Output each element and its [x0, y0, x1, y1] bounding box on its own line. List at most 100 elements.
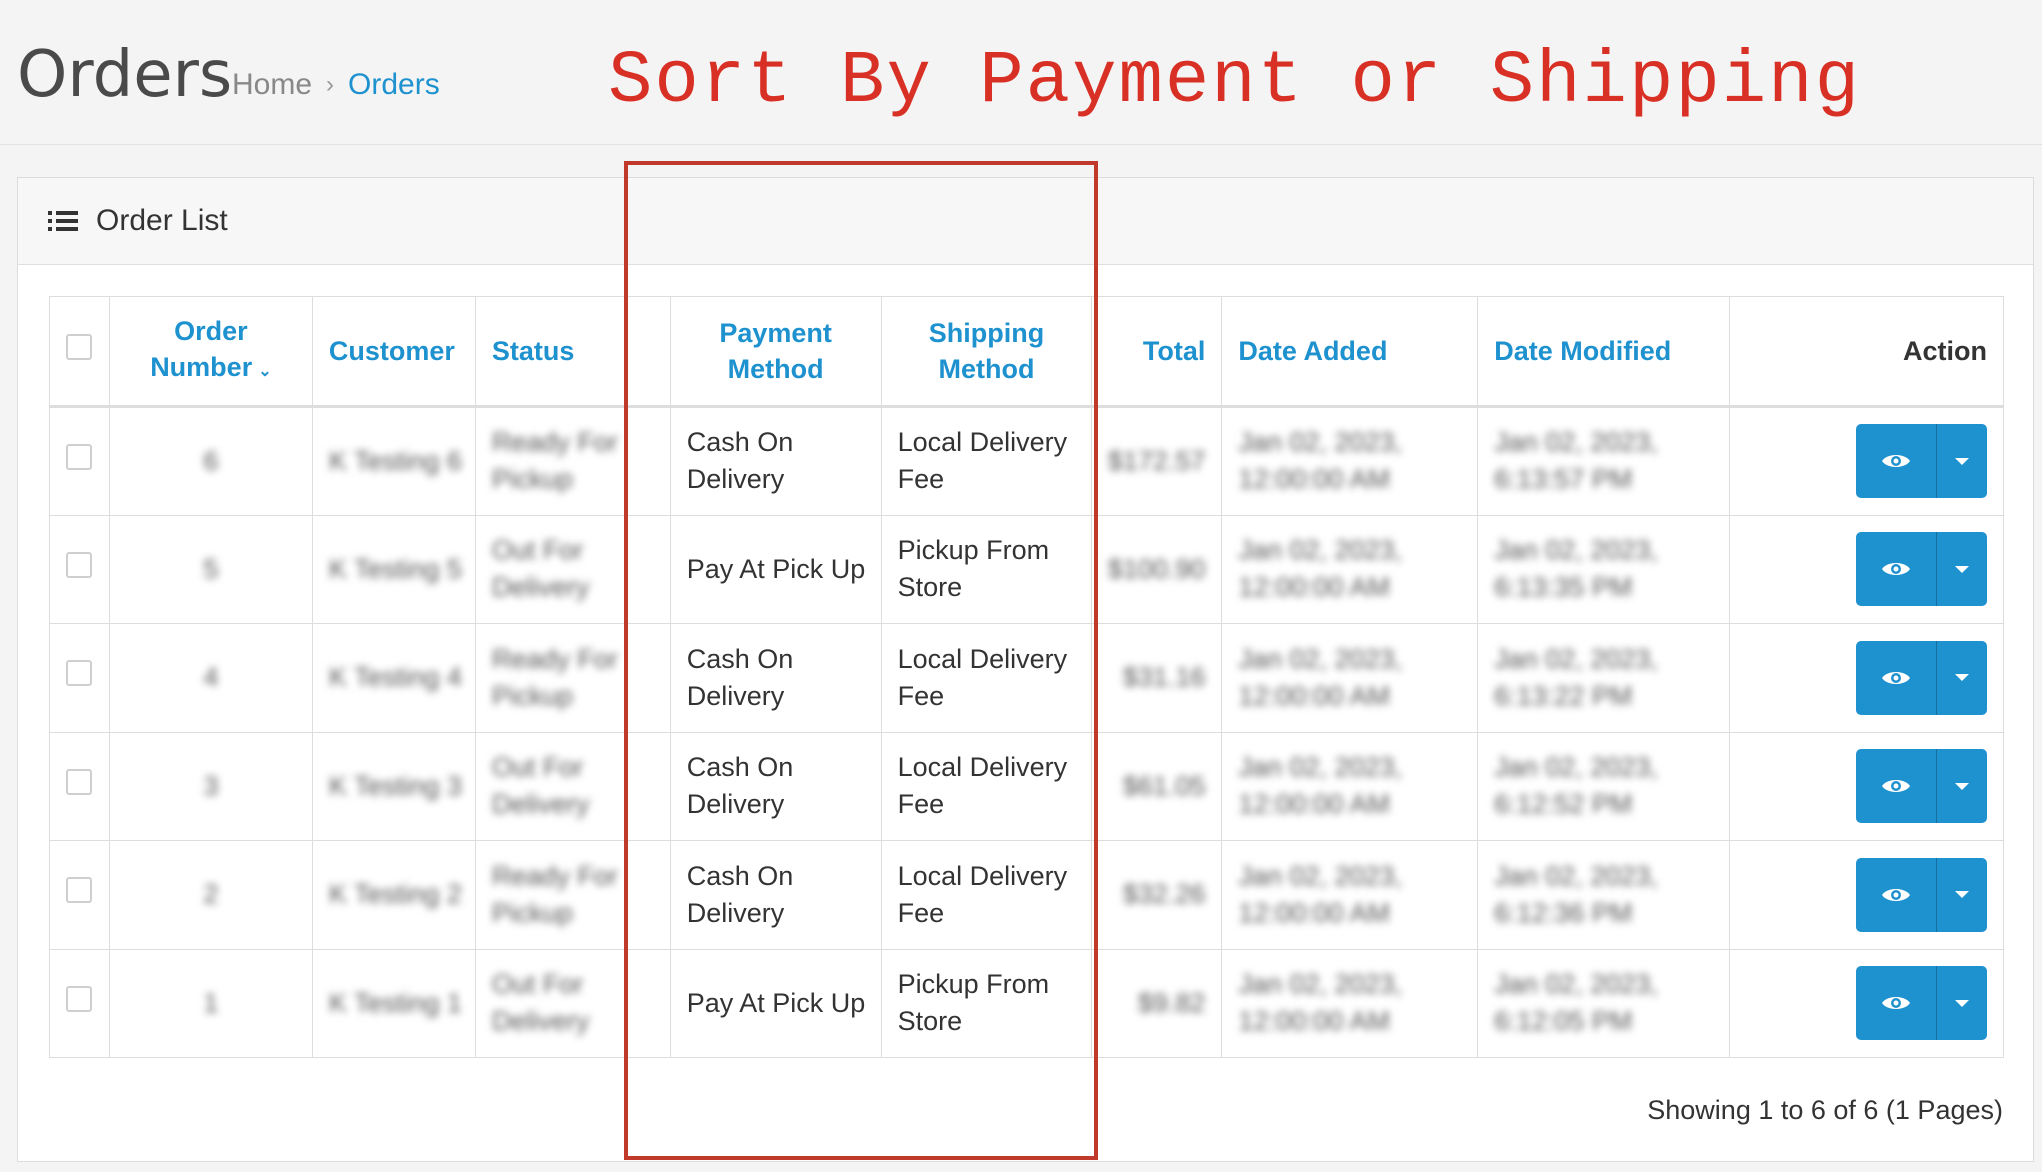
- row-checkbox[interactable]: [66, 877, 93, 904]
- action-button-group: [1856, 857, 1987, 932]
- view-order-button[interactable]: [1856, 749, 1937, 824]
- row-select-cell: [49, 840, 110, 950]
- panel-title: Order List: [96, 204, 228, 237]
- caret-down-icon: [1955, 999, 1969, 1007]
- action-dropdown-toggle[interactable]: [1937, 640, 1987, 715]
- column-header-customer[interactable]: Customer: [311, 296, 476, 408]
- date-added-cell: Jan 02, 2023, 12:00:00 AM: [1221, 948, 1479, 1058]
- order-number-cell: 3: [108, 731, 313, 841]
- action-dropdown-toggle[interactable]: [1937, 424, 1987, 499]
- order-list-panel: Order List Order Number ⌄ Customer Status…: [17, 177, 2034, 1162]
- table-row: 3 K Testing 3 Out For Delivery Cash On D…: [49, 731, 2004, 841]
- row-select-cell: [49, 623, 110, 733]
- customer-cell: K Testing 6: [311, 406, 476, 516]
- eye-icon: [1882, 888, 1910, 901]
- table-header-row: Order Number ⌄ Customer Status Payment Me…: [49, 296, 2004, 408]
- row-select-cell: [49, 406, 110, 516]
- column-header-date-modified[interactable]: Date Modified: [1477, 296, 1731, 408]
- payment-method-cell: Cash On Delivery: [669, 623, 882, 733]
- row-checkbox[interactable]: [66, 768, 93, 795]
- caret-down-icon: [1955, 457, 1969, 465]
- total-cell: $100.90: [1091, 514, 1223, 624]
- status-cell: Ready For Pickup: [474, 840, 671, 950]
- order-number-header-label: Order Number: [150, 315, 253, 382]
- panel-heading: Order List: [18, 178, 2033, 265]
- eye-icon: [1882, 780, 1910, 793]
- order-number-cell: 4: [108, 623, 313, 733]
- row-checkbox[interactable]: [66, 985, 93, 1012]
- caret-down-icon: [1955, 674, 1969, 682]
- date-modified-cell: Jan 02, 2023, 6:12:52 PM: [1477, 731, 1731, 841]
- select-all-checkbox[interactable]: [66, 334, 93, 360]
- date-modified-cell: Jan 02, 2023, 6:13:35 PM: [1477, 514, 1731, 624]
- column-header-action: Action: [1729, 296, 2004, 408]
- order-number-cell: 5: [108, 514, 313, 624]
- view-order-button[interactable]: [1856, 966, 1937, 1041]
- view-order-button[interactable]: [1856, 532, 1937, 607]
- action-cell: [1729, 623, 2004, 733]
- list-icon: [48, 210, 78, 232]
- payment-method-cell: Cash On Delivery: [669, 731, 882, 841]
- caret-down-icon: [1955, 891, 1969, 899]
- chevron-down-icon: ⌄: [258, 362, 272, 380]
- action-button-group: [1856, 424, 1987, 499]
- action-cell: [1729, 840, 2004, 950]
- column-header-payment-method[interactable]: Payment Method: [669, 296, 882, 408]
- column-header-order-number[interactable]: Order Number ⌄: [108, 296, 313, 408]
- table-row: 1 K Testing 1 Out For Delivery Pay At Pi…: [49, 948, 2004, 1058]
- page-title: Orders: [17, 38, 233, 112]
- column-header-total[interactable]: Total: [1091, 296, 1223, 408]
- customer-cell: K Testing 1: [311, 948, 476, 1058]
- action-dropdown-toggle[interactable]: [1937, 966, 1987, 1041]
- total-cell: $172.57: [1091, 406, 1223, 516]
- pagination-summary: Showing 1 to 6 of 6 (1 Pages): [1647, 1095, 2003, 1125]
- select-all-cell: [49, 296, 110, 408]
- breadcrumb-orders-link[interactable]: Orders: [348, 68, 440, 102]
- row-checkbox[interactable]: [66, 660, 93, 687]
- date-added-cell: Jan 02, 2023, 12:00:00 AM: [1221, 623, 1479, 733]
- orders-table: Order Number ⌄ Customer Status Payment Me…: [49, 296, 2004, 1058]
- caret-down-icon: [1955, 782, 1969, 790]
- order-number-cell: 6: [108, 406, 313, 516]
- eye-icon: [1882, 997, 1910, 1010]
- payment-method-cell: Cash On Delivery: [669, 840, 882, 950]
- action-button-group: [1856, 640, 1987, 715]
- breadcrumb-separator-icon: ›: [326, 71, 335, 98]
- annotation-caption: Sort By Payment or Shipping: [608, 40, 1861, 124]
- column-header-date-added[interactable]: Date Added: [1221, 296, 1479, 408]
- action-dropdown-toggle[interactable]: [1937, 532, 1987, 607]
- shipping-method-cell: Pickup From Store: [880, 514, 1093, 624]
- shipping-method-cell: Local Delivery Fee: [880, 840, 1093, 950]
- shipping-method-cell: Local Delivery Fee: [880, 623, 1093, 733]
- customer-cell: K Testing 3: [311, 731, 476, 841]
- shipping-method-cell: Local Delivery Fee: [880, 731, 1093, 841]
- row-select-cell: [49, 948, 110, 1058]
- total-cell: $32.26: [1091, 840, 1223, 950]
- view-order-button[interactable]: [1856, 640, 1937, 715]
- row-checkbox[interactable]: [66, 443, 93, 470]
- shipping-method-cell: Local Delivery Fee: [880, 406, 1093, 516]
- action-dropdown-toggle[interactable]: [1937, 749, 1987, 824]
- customer-cell: K Testing 5: [311, 514, 476, 624]
- view-order-button[interactable]: [1856, 857, 1937, 932]
- table-row: 2 K Testing 2 Ready For Pickup Cash On D…: [49, 840, 2004, 950]
- breadcrumb-home-link[interactable]: Home: [232, 68, 312, 102]
- eye-icon: [1882, 671, 1910, 684]
- column-header-shipping-method[interactable]: Shipping Method: [880, 296, 1093, 408]
- action-cell: [1729, 948, 2004, 1058]
- row-checkbox[interactable]: [66, 551, 93, 578]
- action-button-group: [1856, 966, 1987, 1041]
- row-select-cell: [49, 731, 110, 841]
- total-cell: $31.16: [1091, 623, 1223, 733]
- column-header-status[interactable]: Status: [474, 296, 671, 408]
- action-cell: [1729, 406, 2004, 516]
- eye-icon: [1882, 455, 1910, 468]
- action-dropdown-toggle[interactable]: [1937, 857, 1987, 932]
- action-cell: [1729, 514, 2004, 624]
- payment-method-cell: Pay At Pick Up: [669, 514, 882, 624]
- customer-cell: K Testing 2: [311, 840, 476, 950]
- view-order-button[interactable]: [1856, 424, 1937, 499]
- table-row: 5 K Testing 5 Out For Delivery Pay At Pi…: [49, 514, 2004, 624]
- table-row: 4 K Testing 4 Ready For Pickup Cash On D…: [49, 623, 2004, 733]
- action-button-group: [1856, 749, 1987, 824]
